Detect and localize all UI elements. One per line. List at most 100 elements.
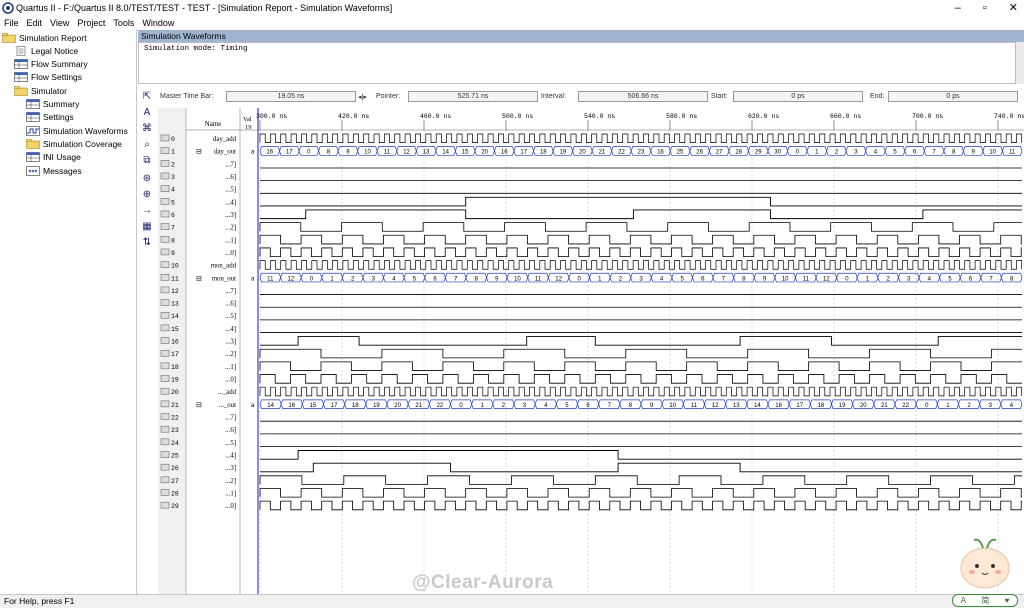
bus-value: 0: [796, 150, 800, 156]
signal-row[interactable]: 20 ..._add: [160, 386, 1023, 397]
select-tool-icon[interactable]: ⇱: [140, 91, 154, 103]
signal-row[interactable]: 25 ...4]: [160, 450, 1022, 460]
zoom-tool-icon[interactable]: ⌕: [140, 139, 154, 151]
tree-item-summary[interactable]: Summary: [26, 97, 79, 110]
next-transition-icon[interactable]: →: [140, 205, 154, 217]
group-icon[interactable]: ▦: [140, 221, 154, 233]
replace-icon[interactable]: ⊕: [140, 189, 154, 201]
signal-row[interactable]: 0 day_add: [160, 133, 1023, 144]
signal-row[interactable]: 21 ⊟ ..._out a 14 16 15 17 18 19 20 21 22 0 1 2 3 4 5 6 7 8 9 1…: [160, 399, 1023, 409]
menu-tools[interactable]: Tools: [113, 18, 134, 28]
signal-name: ...4]: [225, 199, 236, 206]
folder-icon: [2, 32, 19, 43]
signal-row[interactable]: 9 ...0]: [160, 247, 1022, 257]
signal-row[interactable]: 26 ...3]: [160, 462, 1022, 473]
bus-value: 7: [932, 150, 936, 156]
signal-row[interactable]: 17 ...2]: [160, 348, 1022, 359]
signal-row[interactable]: 22 ...7]: [160, 413, 1022, 422]
signal-row[interactable]: 24 ...5]: [160, 438, 1022, 447]
signal-row[interactable]: 16 ...3]: [160, 336, 1022, 346]
tree-item-flow-summary[interactable]: Flow Summary: [14, 57, 88, 70]
minimize-icon[interactable]: –: [955, 0, 961, 16]
signal-name: ...5]: [225, 313, 236, 320]
bus-value: 10: [514, 276, 521, 282]
find-icon[interactable]: ⊛: [140, 173, 154, 185]
signal-row[interactable]: 7 ...2]: [160, 222, 1022, 232]
fullscreen-icon[interactable]: ⧉: [140, 155, 154, 167]
menu-window[interactable]: Window: [142, 18, 174, 28]
signal-row[interactable]: 15 ...4]: [160, 324, 1022, 333]
signal-row[interactable]: 12 ...7]: [160, 286, 1022, 295]
collapse-toggle-icon[interactable]: ⊟: [196, 149, 202, 156]
close-icon[interactable]: ✕: [1009, 0, 1018, 16]
horizontal-scrollbar[interactable]: [0, 594, 1024, 608]
menu-project[interactable]: Project: [77, 18, 105, 28]
bus-value: 1: [481, 403, 485, 409]
signal-id: 18: [171, 364, 179, 371]
status-bar-text: For Help, press F1: [4, 596, 75, 606]
text-tool-icon[interactable]: A: [140, 107, 154, 119]
end-label: End:: [870, 93, 885, 100]
signal-row[interactable]: 3 ...6]: [160, 172, 1022, 182]
tree-item-settings[interactable]: Settings: [26, 110, 74, 123]
signal-row[interactable]: 5 ...4]: [160, 196, 1022, 207]
tree-item-flow-settings[interactable]: Flow Settings: [14, 70, 82, 83]
signal-row[interactable]: 2 ...7]: [160, 160, 1022, 169]
pin-icon: [160, 160, 170, 167]
tree-item-simulation-coverage[interactable]: Simulation Coverage: [26, 137, 122, 150]
node-tool-icon[interactable]: ⌘: [140, 123, 154, 135]
signal-row[interactable]: 23 ...6]: [160, 425, 1022, 435]
bus-value: 18: [818, 403, 825, 409]
signal-name: ...2]: [225, 351, 236, 358]
tree-item-ini-usage[interactable]: INI Usage: [26, 150, 81, 163]
bus-value: 21: [599, 150, 606, 156]
bus-value: 14: [442, 150, 449, 156]
signal-row[interactable]: 6 ...3]: [160, 209, 1022, 220]
bus-value: 22: [902, 403, 909, 409]
waveform-trace: [259, 374, 1022, 384]
signal-row[interactable]: 27 ...2]: [160, 475, 1022, 485]
master-time-field[interactable]: 19.05 ns: [226, 91, 356, 102]
tree-item-simulation-waveforms[interactable]: Simulation Waveforms: [26, 124, 128, 137]
signal-row[interactable]: 11 ⊟ mon_out a 11 12 0 1 2 3 4 5 6 7 8 9 10 11 12 0 1 2 3 4 5 6 7 8…: [160, 272, 1023, 283]
menu-file[interactable]: File: [4, 18, 19, 28]
signal-id: 20: [171, 389, 179, 396]
window-title: Quartus II - F:/Quartus II 8.0/TEST/TEST…: [16, 3, 393, 13]
bus-value: 11: [691, 403, 698, 409]
signal-row[interactable]: 18 ...1]: [160, 361, 1022, 371]
signal-name: ...1]: [225, 237, 236, 244]
signal-row[interactable]: 19 ...0]: [160, 374, 1022, 384]
restore-icon[interactable]: ▫: [983, 0, 987, 16]
collapse-toggle-icon[interactable]: ⊟: [196, 402, 202, 409]
signal-row[interactable]: 14 ...5]: [160, 311, 1022, 321]
signal-row[interactable]: 8 ...1]: [160, 234, 1022, 245]
time-nav-arrows[interactable]: ◂|▸: [358, 93, 367, 101]
waveform-trace: [260, 450, 1022, 460]
tree-item-simulator[interactable]: Simulator: [14, 84, 67, 97]
tree-item-simulation-report[interactable]: Simulation Report: [2, 31, 87, 44]
signal-id: 16: [171, 339, 179, 346]
waveform-trace: [259, 488, 1022, 498]
signal-row[interactable]: 10 mon_add: [160, 260, 1023, 270]
ime-indicator[interactable]: A 简 ♥: [952, 594, 1018, 607]
bus-value: 17: [796, 403, 803, 409]
sort-icon[interactable]: ⇅: [140, 237, 154, 249]
signal-row[interactable]: 28 ...1]: [160, 488, 1022, 498]
signal-row[interactable]: 29 ...0]: [160, 500, 1022, 511]
collapse-toggle-icon[interactable]: ⊟: [196, 275, 202, 282]
signal-row[interactable]: 13 ...6]: [160, 299, 1022, 308]
waveform-trace: [259, 234, 1022, 245]
signal-row[interactable]: 4 ...5]: [160, 185, 1022, 194]
waveform-view[interactable]: Name Val 19 300.0 ns 420.0 ns 460.0 ns 500.0 n…: [158, 108, 1024, 594]
time-tick-label: 300.0 ns: [256, 113, 287, 120]
waveform-toolbar: ⇱ A ⌘ ⌕ ⧉ ⊛ ⊕ → ▦ ⇅: [138, 89, 156, 529]
bus-value: 6: [913, 150, 917, 156]
menu-edit[interactable]: Edit: [27, 18, 43, 28]
signal-row[interactable]: 1 ⊟ day_out a 16 17 0 8 9 10 11 12 13 14 15 20 16 17 18 19 2…: [160, 146, 1023, 156]
tree-item-legal-notice[interactable]: Legal Notice: [14, 44, 78, 57]
bus-value: 15: [462, 150, 469, 156]
tree-item-label: Simulation Coverage: [43, 138, 122, 149]
tree-item-messages[interactable]: Messages: [26, 164, 82, 177]
menu-view[interactable]: View: [50, 18, 69, 28]
vertical-scrollbar[interactable]: [1016, 42, 1024, 84]
